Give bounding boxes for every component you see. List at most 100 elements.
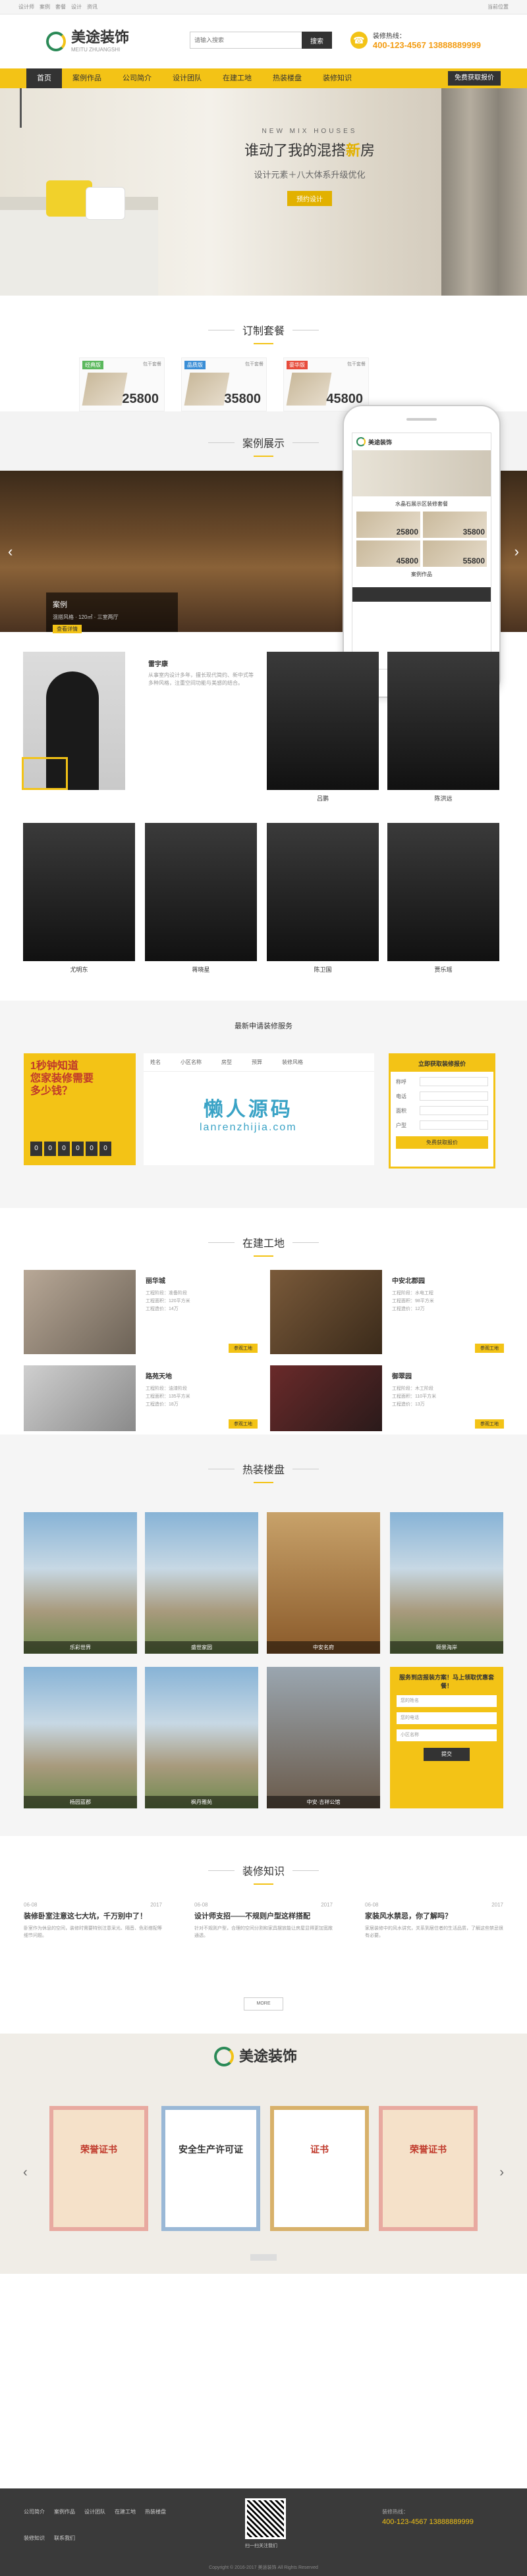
name-field[interactable] (420, 1077, 488, 1086)
packages-heading: 订制套餐 (0, 296, 527, 357)
top-link[interactable]: 套餐 (55, 3, 66, 11)
top-link[interactable]: 设计 (71, 3, 82, 11)
logo[interactable]: 美途装饰 MEITU ZHUANGSHI (46, 30, 129, 53)
name-field[interactable]: 您的姓名 (397, 1695, 497, 1708)
top-link[interactable]: 案例 (40, 3, 50, 11)
building-name: 盛世家园 (145, 1641, 258, 1654)
nav-item-about[interactable]: 公司简介 (112, 68, 162, 88)
article-item[interactable]: 06-08 2017 设计师支招——不规则户型这样搭配 针对不规则户型，合理的空间… (194, 1902, 333, 1939)
title-underline (254, 1255, 273, 1257)
phone-package: 45800 (356, 540, 420, 567)
nav-item-sites[interactable]: 在建工地 (212, 68, 262, 88)
article-item[interactable]: 06-08 2017 装修卧室注意这七大坑，千万别中了！ 卧室作为休息的空间，装修… (24, 1902, 162, 1939)
hero-banner[interactable]: NEW MIX HOUSES 谁动了我的混搭新房 设计元素＋八大体系升级优化 预… (0, 88, 527, 296)
building-card[interactable]: 杨园蓝郡 (24, 1667, 137, 1808)
phone-field[interactable] (420, 1091, 488, 1101)
building-card[interactable]: 中安名府 (267, 1512, 380, 1654)
footer-link[interactable]: 公司简介 (24, 2508, 45, 2515)
sites-list: 丽华城 工程阶段：准备阶段 工程面积：120平方米 工程造价：14万 参观工地 中安… (0, 1270, 527, 1434)
certificate[interactable]: 安全生产许可证 (161, 2106, 260, 2231)
nav-item-knowledge[interactable]: 装修知识 (312, 68, 362, 88)
building-card[interactable]: 盛世家园 (145, 1512, 258, 1654)
next-arrow-icon[interactable]: › (499, 2165, 504, 2180)
package-price: 35800 (224, 392, 261, 406)
certificate[interactable]: 荣誉证书 (49, 2106, 148, 2231)
designer-card[interactable]: 吕鹏 (267, 652, 379, 802)
submit-quote-button[interactable]: 免费获取报价 (396, 1136, 488, 1149)
article-title[interactable]: 装修卧室注意这七大坑，千万别中了！ (24, 1910, 162, 1921)
certificate[interactable]: 证书 (270, 2106, 369, 2231)
quote-poster[interactable]: 1秒钟知道 您家装修需要 多少钱？ 0 0 0 0 0 0 (24, 1053, 136, 1165)
sites-heading: 在建工地 (0, 1208, 527, 1270)
top-right-link[interactable]: 当前位置 (487, 3, 509, 11)
designer-photo (387, 652, 499, 790)
submit-button[interactable]: 提交 (424, 1748, 470, 1762)
nav-item-buildings[interactable]: 热装楼盘 (262, 68, 312, 88)
package-card[interactable]: 品质版 包干套餐 35800 (181, 357, 267, 411)
site-card[interactable]: 丽华城 工程阶段：准备阶段 工程面积：120平方米 工程造价：14万 参观工地 (24, 1270, 258, 1355)
designer-card[interactable]: 蒋晓星 (145, 823, 257, 974)
nav-item-home[interactable]: 首页 (26, 68, 62, 88)
article-title[interactable]: 设计师支招——不规则户型这样搭配 (194, 1910, 333, 1921)
designer-card[interactable]: 陈卫国 (267, 823, 379, 974)
package-sub: 包干套餐 (347, 362, 366, 367)
top-link[interactable]: 设计师 (18, 3, 34, 11)
watermark: 懒人源码 lanrenzhijia.com (200, 1099, 297, 1133)
phone-brand: 美途装饰 (368, 438, 393, 446)
building-card[interactable]: 乐彩世界 (24, 1512, 137, 1654)
footer-link[interactable]: 装修知识 (24, 2535, 45, 2542)
featured-designer[interactable]: 雷宇康 从事室内设计多年，擅长现代简约、新中式等多种风格，注重空间功能与美感的结… (22, 652, 257, 797)
visit-site-button[interactable]: 参观工地 (475, 1344, 504, 1353)
list-header: 姓名 小区名称 房型 预算 装修风格 (144, 1053, 374, 1072)
banner-button[interactable]: 预约设计 (287, 191, 332, 206)
package-card[interactable]: 经典版 包干套餐 25800 (79, 357, 165, 411)
footer-link[interactable]: 案例作品 (54, 2508, 75, 2515)
article-item[interactable]: 06-08 2017 家装风水禁忌，你了解吗？ 家居装修中的风水讲究，关系到居住者… (365, 1902, 503, 1939)
building-name: 颐景海岸 (390, 1641, 503, 1654)
site-footer: 公司简介 案例作品 设计团队 在建工地 热装楼盘 装修知识 联系我们 扫一扫关注… (0, 2488, 527, 2576)
designers-section: 雷宇康 从事室内设计多年，擅长现代简约、新中式等多种风格，注重空间功能与美感的结… (0, 632, 527, 1001)
search-button[interactable]: 搜索 (302, 32, 332, 49)
package-price: 45800 (326, 392, 363, 406)
more-button[interactable]: MORE (244, 1997, 283, 2011)
designer-name: 贾乐瑶 (434, 966, 453, 973)
designer-card[interactable]: 贾乐瑶 (387, 823, 499, 974)
layout-select[interactable] (420, 1120, 488, 1130)
search-input[interactable] (190, 32, 302, 49)
certificate[interactable]: 荣誉证书 (379, 2106, 478, 2231)
footer-link[interactable]: 设计团队 (84, 2508, 105, 2515)
designer-card[interactable]: 尤明东 (23, 823, 135, 974)
package-card[interactable]: 豪华版 包干套餐 45800 (283, 357, 369, 411)
visit-site-button[interactable]: 参观工地 (229, 1344, 258, 1353)
community-field[interactable]: 小区名称 (397, 1729, 497, 1742)
area-field[interactable] (420, 1106, 488, 1115)
visit-site-button[interactable]: 参观工地 (475, 1419, 504, 1429)
case-caption: 案例 混搭风格 · 120㎡ · 三室两厅 查看详情 (46, 592, 178, 633)
article-title[interactable]: 家装风水禁忌，你了解吗？ (365, 1910, 503, 1921)
article-year: 2017 (321, 1902, 333, 1908)
application-list: 姓名 小区名称 房型 预算 装修风格 懒人源码 lanrenzhijia.com (144, 1053, 374, 1165)
quote-button[interactable]: 免费获取报价 (448, 71, 501, 86)
search-box: 搜索 (190, 32, 332, 49)
nav-item-cases[interactable]: 案例作品 (62, 68, 112, 88)
designer-card[interactable]: 陈洪远 (387, 652, 499, 802)
visit-site-button[interactable]: 参观工地 (229, 1419, 258, 1429)
prev-arrow-icon[interactable]: ‹ (23, 2165, 28, 2180)
site-card[interactable]: 中安北郡园 工程阶段：水电工程 工程面积：98平方米 工程造价：12万 参观工地 (270, 1270, 504, 1355)
package-tag: 豪华版 (287, 361, 308, 369)
nav-item-team[interactable]: 设计团队 (162, 68, 212, 88)
footer-link[interactable]: 联系我们 (54, 2535, 75, 2542)
footer-link[interactable]: 在建工地 (115, 2508, 136, 2515)
footer-link[interactable]: 热装楼盘 (145, 2508, 166, 2515)
site-card[interactable]: 路苑天地 工程阶段：油漆阶段 工程面积：135平方米 工程造价：18万 参观工地 (24, 1365, 258, 1431)
building-card[interactable]: 颐景海岸 (390, 1512, 503, 1654)
top-link[interactable]: 资讯 (87, 3, 97, 11)
prev-arrow-icon[interactable]: ‹ (8, 543, 13, 560)
site-card[interactable]: 御翠园 工程阶段：木工阶段 工程面积：110平方米 工程造价：13万 参观工地 (270, 1365, 504, 1431)
building-card[interactable]: 中安·吉祥公馆 (267, 1667, 380, 1808)
slider-dots[interactable] (250, 2254, 277, 2261)
next-arrow-icon[interactable]: › (514, 543, 519, 560)
phone-field[interactable]: 您的电话 (397, 1712, 497, 1725)
building-card[interactable]: 枫丹雅苑 (145, 1667, 258, 1808)
form-title: 立即获取装修报价 (391, 1055, 493, 1072)
